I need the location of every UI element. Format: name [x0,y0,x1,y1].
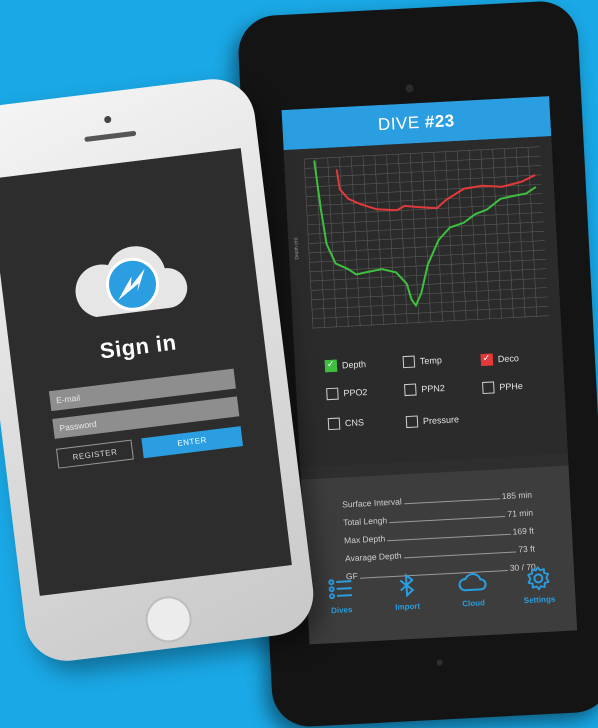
list-icon [328,579,353,600]
checkbox-pphe-label: PPHe [499,380,524,393]
checkbox-pphe[interactable]: PPHe [482,380,524,395]
stat-label: Surface Interval [341,496,402,510]
checkbox-depth-box[interactable] [324,359,338,373]
checkbox-temp[interactable]: Temp [402,354,443,369]
stat-label: Avarage Depth [344,550,402,564]
dive-chart-svg: Depth (m) [293,146,549,329]
checkbox-temp-box[interactable] [402,355,416,369]
nav-import[interactable]: Import [376,571,438,613]
y-axis-label: Depth (m) [293,237,300,260]
checkbox-pphe-box[interactable] [482,381,495,395]
chart-grid [303,146,549,329]
checkbox-ppo2-label: PPO2 [343,387,368,399]
dive-title-prefix: DIVE [377,112,426,135]
nav-settings-label: Settings [523,594,556,606]
stat-label: Max Depth [343,533,386,546]
shark-logo-icon [75,246,188,317]
cloud-icon [458,573,487,592]
checkbox-cns-label: CNS [344,417,365,429]
nav-import-label: Import [395,601,421,612]
checkbox-ppn2-box[interactable] [404,383,417,397]
nav-cloud[interactable]: Cloud [442,567,504,609]
checkbox-deco[interactable]: Deco [480,352,520,367]
home-button[interactable] [142,593,195,646]
stat-value: 73 ft [518,543,536,555]
checkbox-pressure[interactable]: Pressure [405,413,460,429]
stat-value: 185 min [501,489,533,502]
checkbox-deco-label: Deco [497,353,520,365]
stat-row-total-length: Total Lengh 71 min [343,508,533,528]
grid-line-vertical [303,159,314,329]
checkbox-ppo2-box[interactable] [326,387,339,401]
stat-value: 71 min [507,507,534,519]
stat-row-surface-interval: Surface Interval 185 min [342,490,532,510]
checkbox-depth-label: Depth [341,359,367,371]
checkbox-cns[interactable]: CNS [327,416,365,431]
phone-screen: Sign in E-mail Password REGISTER ENTER [0,148,292,596]
enter-button[interactable]: ENTER [141,426,244,459]
checkbox-ppo2[interactable]: PPO2 [326,386,368,401]
bluetooth-icon [399,573,415,598]
depth-series-line [313,160,537,308]
checkbox-pressure-box[interactable] [405,415,419,429]
stat-row-average-depth: Avarage Depth 73 ft [345,544,535,564]
gear-icon [527,566,550,591]
tablet-camera [405,84,414,93]
checkbox-temp-label: Temp [419,355,443,367]
checkbox-pressure-label: Pressure [422,414,460,427]
phone-speaker [84,130,137,143]
checkbox-ppn2[interactable]: PPN2 [404,382,446,397]
stat-label: Total Lengh [342,515,388,528]
dive-title-number: #23 [424,111,456,132]
tablet-screen: DIVE #23 Depth (m) Depth Temp Deco [281,96,578,645]
phone-camera [103,115,112,124]
nav-settings[interactable]: Settings [508,564,570,606]
register-button[interactable]: REGISTER [55,439,134,469]
checkbox-deco-box[interactable] [480,353,494,367]
nav-cloud-label: Cloud [462,598,486,609]
tablet-sensor [436,659,443,666]
nav-dives-label: Dives [330,605,353,616]
stat-value: 169 ft [512,525,535,537]
dive-profile-chart: Depth (m) [283,136,562,350]
nav-dives[interactable]: Dives [310,574,372,616]
checkbox-depth[interactable]: Depth [324,358,367,373]
checkbox-ppn2-label: PPN2 [421,383,446,395]
checkbox-cns-box[interactable] [327,417,341,431]
sign-in-title: Sign in [98,329,178,364]
series-checkboxes: Depth Temp Deco PPO2 PPN2 PPHe [294,335,568,468]
stat-row-max-depth: Max Depth 169 ft [344,526,534,546]
